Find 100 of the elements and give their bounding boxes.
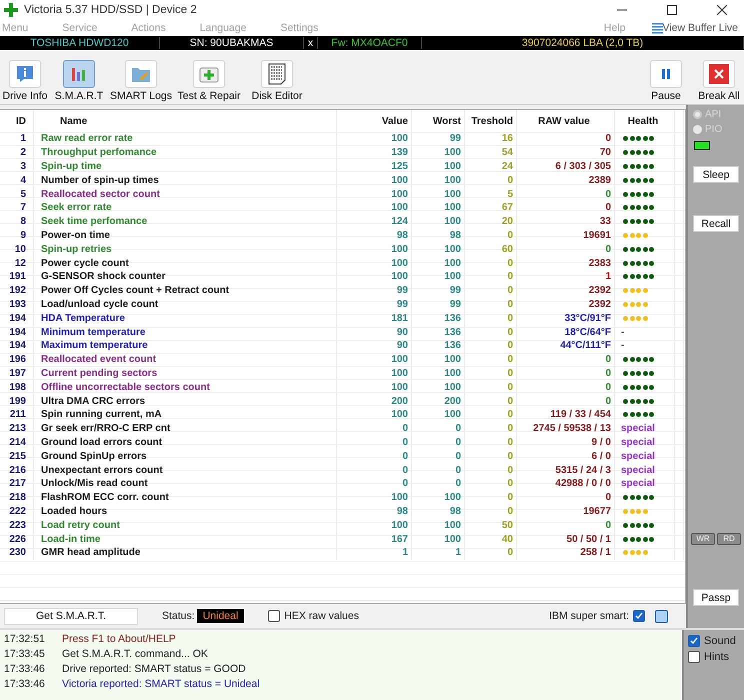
table-cell: 98 bbox=[337, 504, 412, 518]
health-dot bbox=[630, 550, 634, 556]
table-cell: 44°C/111°F bbox=[517, 338, 615, 353]
table-cell: 0 bbox=[465, 476, 517, 491]
checkbox-label: Hints bbox=[704, 651, 730, 663]
menu-item[interactable]: View Buffer Live bbox=[662, 22, 738, 34]
table-cell: 211 bbox=[0, 408, 34, 422]
health-dot bbox=[630, 192, 634, 197]
table-cell: 215 bbox=[0, 449, 34, 464]
table-cell: 213 bbox=[0, 422, 34, 436]
toolbar-button[interactable]: Break All bbox=[694, 52, 744, 102]
table-cell: 0 bbox=[465, 270, 517, 284]
list-icon bbox=[652, 22, 662, 34]
table-cell: 100 bbox=[412, 380, 465, 394]
health-dot bbox=[623, 232, 628, 238]
toolbar-button[interactable]: S.M.A.R.T bbox=[50, 52, 108, 102]
column-header: Treshold bbox=[465, 110, 517, 132]
health-dot bbox=[642, 316, 648, 321]
health-dot bbox=[649, 164, 654, 169]
checkbox[interactable] bbox=[633, 610, 645, 622]
toolbar-button[interactable]: Drive Info bbox=[0, 52, 50, 102]
health-dot bbox=[642, 260, 648, 266]
health-dot bbox=[630, 232, 634, 238]
table-cell: 100 bbox=[337, 173, 412, 188]
table-cell: 2383 bbox=[517, 256, 615, 270]
table-cell: 197 bbox=[0, 366, 34, 380]
health-dot bbox=[649, 274, 654, 280]
radio-button[interactable] bbox=[693, 110, 702, 119]
recall-button[interactable]: Recall bbox=[693, 215, 739, 232]
toolbar-button[interactable]: SMART Logs bbox=[108, 52, 174, 102]
health-dot bbox=[649, 192, 654, 197]
table-cell: 1 bbox=[0, 132, 34, 146]
table-cell: 100 bbox=[412, 270, 465, 284]
table-cell: 2389 bbox=[517, 173, 615, 188]
table-cell: 100 bbox=[337, 490, 412, 505]
health-dot bbox=[630, 164, 634, 169]
table-cell: 100 bbox=[412, 518, 465, 532]
table-cell: Minimum temperature bbox=[34, 325, 337, 339]
sleep-button[interactable]: Sleep bbox=[693, 166, 739, 183]
health-dot bbox=[649, 412, 654, 418]
table-cell: 0 bbox=[337, 476, 412, 491]
table-cell: 99 bbox=[412, 298, 465, 312]
column-header: Value bbox=[337, 110, 412, 132]
table-cell: 100 bbox=[337, 242, 412, 256]
window-title: Victoria 5.37 HDD/SSD | Device 2 bbox=[24, 4, 198, 16]
health-dot bbox=[636, 232, 641, 238]
health-dot bbox=[636, 150, 641, 156]
column-header: Worst bbox=[412, 110, 465, 132]
table-cell: Ground SpinUp errors bbox=[34, 449, 337, 464]
minimize-icon bbox=[617, 9, 627, 11]
table-cell: Spin-up retries bbox=[34, 242, 337, 256]
table-cell: 60 bbox=[465, 242, 517, 256]
column-header: ID bbox=[0, 110, 34, 132]
table-cell: 0 bbox=[465, 463, 517, 477]
table-cell: 4 bbox=[0, 173, 34, 188]
table-cell: 0 bbox=[517, 490, 615, 505]
table-cell: G-SENSOR shock counter bbox=[34, 270, 337, 284]
health-dot bbox=[630, 219, 634, 224]
checkbox[interactable] bbox=[655, 610, 668, 623]
passp-button[interactable]: Passp bbox=[693, 589, 739, 606]
health-dot bbox=[623, 219, 628, 224]
health-dot bbox=[630, 178, 634, 183]
toolbar-button[interactable]: Pause bbox=[638, 52, 694, 102]
table-cell: 0 bbox=[412, 463, 465, 477]
health-dot bbox=[630, 384, 634, 390]
table-cell: 2392 bbox=[517, 284, 615, 298]
table-cell: HDA Temperature bbox=[34, 311, 337, 326]
health-dot bbox=[642, 398, 648, 404]
health-dot bbox=[636, 398, 641, 404]
table-cell: 99 bbox=[412, 132, 465, 146]
checkbox[interactable] bbox=[688, 651, 700, 663]
health-dot bbox=[630, 205, 634, 210]
table-cell: 226 bbox=[0, 532, 34, 546]
toolbar-button[interactable]: Test & Repair bbox=[174, 52, 244, 102]
checkbox[interactable] bbox=[688, 635, 700, 647]
table-cell: 100 bbox=[337, 256, 412, 270]
health-dot bbox=[623, 316, 628, 321]
table-cell: 136 bbox=[412, 338, 465, 353]
table-cell: Load/unload cycle count bbox=[34, 298, 337, 312]
table-cell: 0 bbox=[465, 504, 517, 518]
health-dot bbox=[649, 136, 654, 142]
health-dot bbox=[636, 384, 641, 390]
health-dot bbox=[642, 136, 648, 142]
get-smart-button[interactable]: Get S.M.A.R.T. bbox=[4, 608, 138, 625]
health-dot bbox=[623, 522, 628, 528]
health-dot bbox=[649, 150, 654, 156]
table-cell: 0 bbox=[517, 200, 615, 215]
health-dot bbox=[623, 398, 628, 404]
toolbar-button[interactable]: Disk Editor bbox=[244, 52, 310, 102]
close-drive-button[interactable]: x bbox=[304, 37, 318, 49]
table-cell: 99 bbox=[412, 284, 465, 298]
checkbox[interactable] bbox=[268, 610, 280, 622]
health-dot bbox=[630, 150, 634, 156]
table-cell: 0 bbox=[517, 366, 615, 380]
table-cell: 100 bbox=[337, 366, 412, 380]
table-cell: 0 bbox=[465, 338, 517, 353]
radio-button[interactable] bbox=[693, 125, 702, 134]
table-cell: Load retry count bbox=[34, 518, 337, 532]
health-dot bbox=[623, 205, 628, 210]
health-dot bbox=[623, 550, 628, 556]
